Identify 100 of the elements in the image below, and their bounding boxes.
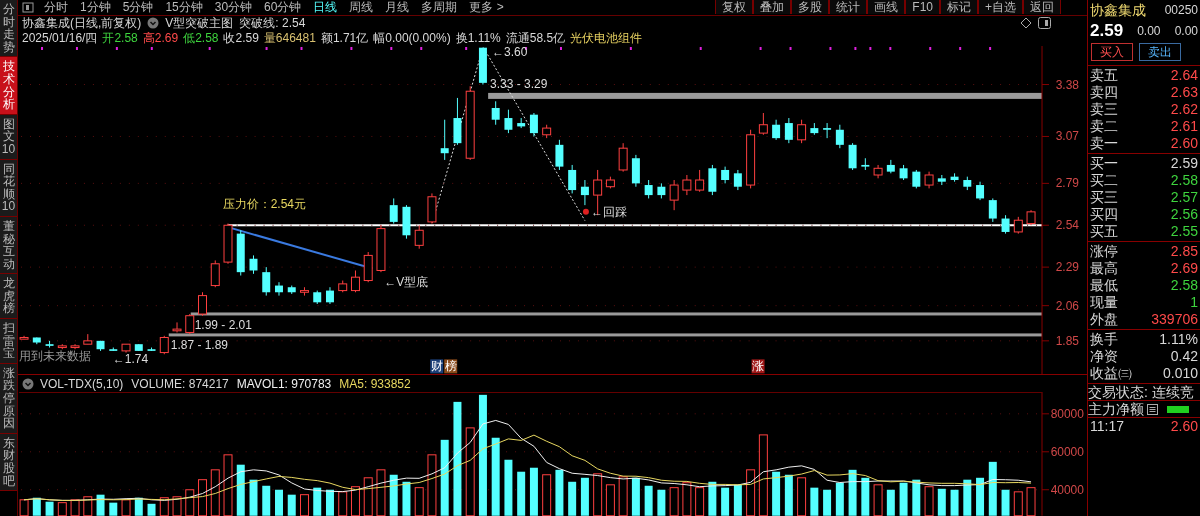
candlestick [963, 176, 972, 191]
trade-button[interactable]: 卖出 [1139, 43, 1181, 61]
candlestick [772, 119, 781, 141]
candlestick [950, 172, 959, 183]
candlestick [912, 169, 921, 189]
period-tab[interactable]: 30分钟 [208, 0, 259, 15]
toolbar-button[interactable]: F10 [905, 0, 940, 15]
volume-bar [45, 501, 54, 516]
period-tab[interactable]: 60分钟 [258, 0, 308, 15]
volume-bar [593, 473, 603, 516]
period-tab[interactable]: 日线 [307, 0, 344, 15]
volume-bar [198, 479, 207, 516]
volume-bar [300, 494, 309, 516]
volume-bar [873, 484, 883, 516]
volume-bar [313, 487, 322, 516]
volume-bar [899, 482, 908, 516]
candlestick [32, 336, 41, 345]
toolbar-button[interactable]: 画线 [867, 0, 906, 15]
volume-bar [326, 490, 334, 516]
period-tab[interactable]: 1分钟 [74, 0, 117, 15]
volume-bar [96, 494, 105, 516]
candlestick [504, 109, 513, 134]
candlestick [835, 124, 844, 149]
field-label: 收益㈢ [1090, 364, 1132, 383]
period-tab[interactable]: 5分钟 [116, 0, 160, 15]
toolbar-button[interactable]: 复权 [715, 0, 754, 15]
volume-bar [682, 482, 692, 516]
candlestick [873, 164, 883, 179]
toolbar-button[interactable]: 多股 [791, 0, 830, 15]
quote-field: 2025/01/16/四 [22, 31, 98, 46]
toolbar-button[interactable]: 叠加 [753, 0, 792, 15]
chart-title: 协鑫集成(日线,前复权) [22, 16, 142, 31]
volume-bar [555, 470, 564, 516]
period-tab[interactable]: 周线 [343, 0, 380, 15]
volume-bar [159, 497, 169, 516]
price-change: 0.00 [1137, 23, 1161, 40]
candlestick [159, 335, 169, 355]
sidebar-tab[interactable]: 同花顺10 [0, 159, 17, 217]
toolbar-button[interactable]: 返回 [1023, 0, 1061, 15]
candlestick [147, 346, 156, 352]
volume-bar [631, 478, 640, 516]
indicator-name: V型突破主图 [165, 16, 234, 31]
trade-button[interactable]: 买入 [1091, 43, 1133, 61]
field-label: 买三 [1090, 188, 1118, 207]
period-tab[interactable]: 多周期 [415, 0, 464, 15]
sidebar-tab[interactable]: 董秘互动 [0, 216, 17, 275]
period-tab[interactable]: 更多 > [463, 0, 510, 15]
chart-annotation: 3.33 - 3.29 [490, 76, 548, 91]
chart-annotation: ←1.74 [112, 352, 149, 367]
sidebar-tab[interactable]: 图文10 [0, 114, 17, 160]
sidebar-tab[interactable]: 涨跌停原因 [0, 363, 17, 434]
field-value: 0.42 [1170, 347, 1198, 366]
field-value: 2.57 [1170, 188, 1198, 207]
sidebar-tab[interactable]: 龙虎榜 [0, 274, 17, 320]
chart-annotation: 压力价：2.54元 [222, 196, 306, 211]
field-value: 2.60 [1170, 134, 1198, 153]
candlestick [478, 47, 487, 85]
period-tab[interactable]: 月线 [379, 0, 416, 15]
tick-price: 2.60 [1170, 417, 1198, 436]
candlestick [389, 197, 398, 224]
candlestick [249, 254, 258, 275]
candlestick [618, 142, 628, 173]
volume-bar [57, 502, 67, 516]
axis-label: 40000 [1050, 483, 1084, 497]
quote-field: 量646481 [263, 31, 316, 46]
field-value: 0.010 [1162, 364, 1198, 383]
panel-toggle-icon[interactable] [1038, 17, 1051, 30]
candlestick [657, 182, 666, 199]
field-label: 外盘 [1090, 310, 1118, 329]
volume-bar [861, 478, 870, 516]
candlestick [605, 176, 615, 189]
sidebar-tab[interactable]: 东财股吧 [0, 433, 17, 492]
candlestick [338, 279, 348, 293]
period-tab[interactable]: 15分钟 [159, 0, 209, 15]
volume-bar [644, 486, 653, 516]
volume-bar [618, 476, 628, 516]
volume-bar [937, 489, 946, 516]
volume-bar [784, 475, 793, 516]
candlestick [96, 340, 105, 352]
chevron-icon[interactable] [22, 377, 34, 390]
axis-label: 1.85 [1055, 333, 1079, 348]
candlestick [83, 333, 93, 345]
diamond-icon[interactable] [1020, 17, 1032, 30]
volume-bar [924, 486, 934, 516]
quote-field: 开2.58 [102, 31, 138, 46]
chevron-icon[interactable] [147, 17, 160, 30]
field-value: 2.85 [1170, 242, 1198, 261]
period-tab[interactable]: 分时 [38, 0, 74, 15]
sidebar-tab[interactable]: 技术分析 [0, 57, 17, 115]
volume-bar [338, 491, 348, 516]
toolbar-button[interactable]: 标记 [940, 0, 978, 15]
axis-label: 2.79 [1055, 176, 1079, 191]
toolbar-button[interactable]: +自选 [978, 0, 1023, 15]
window-icon[interactable] [22, 2, 34, 13]
list-icon[interactable] [1147, 403, 1158, 415]
toolbar-button[interactable]: 统计 [829, 0, 868, 15]
field-value: 2.69 [1170, 259, 1198, 278]
sidebar-tab[interactable]: 扫雷宝 [0, 319, 17, 364]
sidebar-tab[interactable]: 分时走势 [0, 0, 17, 58]
candlestick [542, 124, 552, 139]
